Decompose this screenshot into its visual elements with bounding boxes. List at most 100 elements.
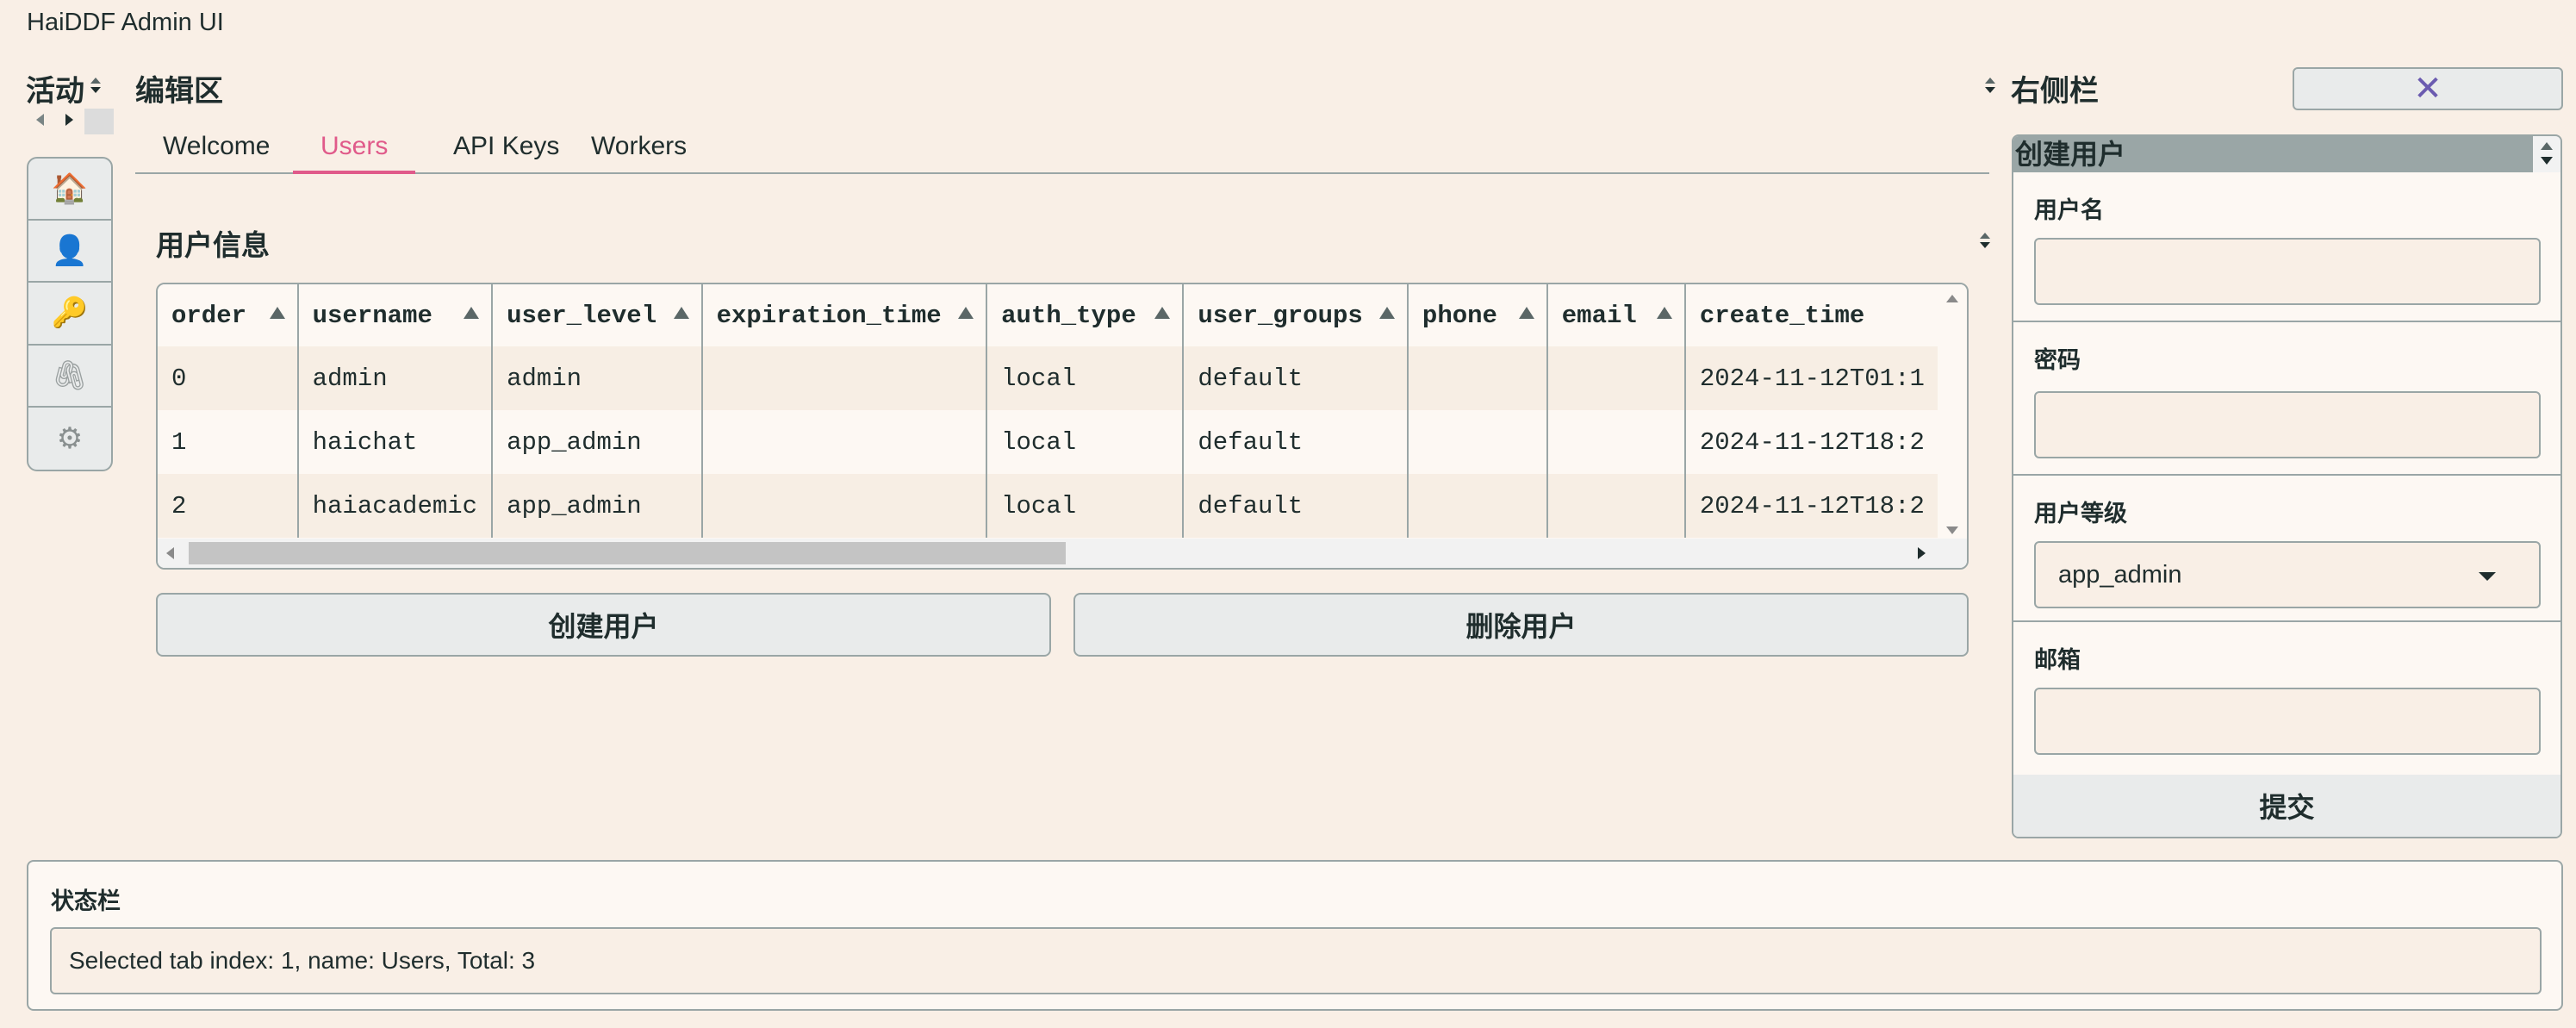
table-cell[interactable]: admin: [492, 346, 703, 410]
form-collapse-spin[interactable]: [2533, 136, 2560, 172]
sort-icon[interactable]: [269, 307, 285, 319]
nav-left-icon[interactable]: [36, 114, 44, 126]
table-cell[interactable]: [1546, 474, 1686, 538]
sort-icon[interactable]: [958, 307, 974, 319]
column-header-auth-type[interactable]: auth_type: [986, 284, 1185, 346]
password-input[interactable]: [2034, 391, 2541, 458]
table-cell[interactable]: 2024-11-12T18:2: [1684, 474, 1967, 538]
sort-icon[interactable]: [464, 307, 480, 319]
sort-icon[interactable]: [1518, 307, 1534, 319]
section-title: 用户信息: [156, 228, 270, 262]
tab-workers[interactable]: Workers: [563, 131, 714, 174]
section-collapse-spin[interactable]: [1979, 227, 1991, 253]
tab-welcome[interactable]: Welcome: [135, 131, 297, 174]
table-cell[interactable]: 2024-11-12T18:2: [1684, 410, 1967, 474]
activity-title: 活动: [26, 74, 84, 109]
table-row[interactable]: 1 haichat app_admin local default 2024-1…: [158, 410, 1967, 474]
column-header-phone[interactable]: phone: [1407, 284, 1548, 346]
activity-home-icon[interactable]: 🏠: [28, 159, 111, 221]
scroll-thumb[interactable]: [189, 542, 1066, 564]
column-header-order[interactable]: order: [158, 284, 299, 346]
table-cell[interactable]: local: [986, 410, 1185, 474]
email-input[interactable]: [2034, 688, 2541, 755]
email-group: 邮箱: [2013, 622, 2560, 778]
table-cell[interactable]: local: [986, 474, 1185, 538]
submit-button[interactable]: 提交: [2013, 775, 2560, 837]
table-cell[interactable]: [701, 474, 988, 538]
scroll-right-icon[interactable]: [1918, 547, 1926, 559]
table-cell[interactable]: [701, 346, 988, 410]
chevron-down-icon: [2479, 572, 2496, 581]
column-header-username[interactable]: username: [297, 284, 494, 346]
column-header-create-time[interactable]: create_time: [1684, 284, 1967, 346]
sort-icon[interactable]: [673, 307, 689, 319]
column-header-user-groups[interactable]: user_groups: [1183, 284, 1409, 346]
table-cell[interactable]: [1407, 346, 1548, 410]
table-cell[interactable]: app_admin: [492, 410, 703, 474]
password-group: 密码: [2013, 322, 2560, 476]
table-cell[interactable]: default: [1183, 346, 1409, 410]
right-sidebar-title: 右侧栏: [2011, 74, 2099, 109]
activity-key-icon[interactable]: 🔑: [28, 283, 111, 346]
users-table: order username user_level expiration_tim…: [156, 283, 1969, 570]
column-header-expiration-time[interactable]: expiration_time: [701, 284, 988, 346]
sort-icon[interactable]: [1656, 307, 1672, 319]
user-level-label: 用户等级: [2034, 501, 2127, 527]
table-cell[interactable]: local: [986, 346, 1185, 410]
username-input[interactable]: [2034, 238, 2541, 305]
tab-users[interactable]: Users: [293, 131, 416, 174]
nav-right-icon[interactable]: [65, 114, 73, 126]
user-level-value: app_admin: [2058, 560, 2182, 589]
username-group: 用户名: [2013, 172, 2560, 322]
activity-collapse-spin[interactable]: [90, 72, 102, 98]
table-cell[interactable]: default: [1183, 410, 1409, 474]
table-cell[interactable]: [1407, 474, 1548, 538]
activity-settings-icon[interactable]: ⚙: [28, 408, 111, 470]
status-bar-title: 状态栏: [51, 888, 121, 915]
table-vertical-scrollbar[interactable]: [1938, 284, 1967, 543]
sort-icon[interactable]: [1154, 307, 1171, 319]
table-cell[interactable]: haichat: [297, 410, 494, 474]
activity-nav: [34, 109, 114, 134]
editor-collapse-spin[interactable]: [1984, 72, 1996, 98]
column-header-email[interactable]: email: [1546, 284, 1686, 346]
nav-scroll-thumb[interactable]: [84, 109, 114, 134]
column-header-user-level[interactable]: user_level: [492, 284, 703, 346]
editor-title: 编辑区: [135, 74, 223, 109]
delete-user-button[interactable]: 删除用户: [1073, 593, 1969, 657]
username-label: 用户名: [2034, 197, 2104, 224]
table-row[interactable]: 0 admin admin local default 2024-11-12T0…: [158, 346, 1967, 410]
user-level-select[interactable]: app_admin: [2034, 541, 2541, 608]
activity-user-icon[interactable]: 👤: [28, 221, 111, 283]
editor-tabs: Welcome Users API Keys Workers: [135, 128, 1989, 174]
activity-bar: 🏠 👤 🔑 🖇 ⚙: [27, 157, 113, 471]
table-cell[interactable]: [1546, 346, 1686, 410]
status-message: Selected tab index: 1, name: Users, Tota…: [50, 927, 2542, 994]
password-label: 密码: [2034, 347, 2081, 374]
app-title: HaiDDF Admin UI: [27, 9, 224, 36]
activity-worker-icon[interactable]: 🖇: [28, 346, 111, 408]
table-cell[interactable]: 1: [158, 410, 299, 474]
table-cell[interactable]: admin: [297, 346, 494, 410]
create-user-form: 创建用户 用户名 密码 用户等级 app_admin 邮箱 提交: [2012, 134, 2562, 838]
table-horizontal-scrollbar[interactable]: [158, 539, 1967, 568]
table-cell[interactable]: default: [1183, 474, 1409, 538]
close-icon: ✕: [2413, 70, 2442, 108]
email-label: 邮箱: [2034, 647, 2081, 674]
table-row[interactable]: 2 haiacademic app_admin local default 20…: [158, 474, 1967, 538]
form-title: 创建用户: [2015, 138, 2126, 171]
table-cell[interactable]: app_admin: [492, 474, 703, 538]
table-cell[interactable]: 2024-11-12T01:1: [1684, 346, 1967, 410]
table-cell[interactable]: 0: [158, 346, 299, 410]
table-cell[interactable]: [1407, 410, 1548, 474]
table-cell[interactable]: haiacademic: [297, 474, 494, 538]
create-user-button[interactable]: 创建用户: [156, 593, 1051, 657]
close-button[interactable]: ✕: [2293, 67, 2563, 110]
table-cell[interactable]: [701, 410, 988, 474]
scroll-up-icon[interactable]: [1946, 295, 1958, 302]
table-cell[interactable]: 2: [158, 474, 299, 538]
scroll-left-icon[interactable]: [166, 547, 174, 559]
table-cell[interactable]: [1546, 410, 1686, 474]
sort-icon[interactable]: [1378, 307, 1395, 319]
scroll-down-icon[interactable]: [1946, 526, 1958, 534]
